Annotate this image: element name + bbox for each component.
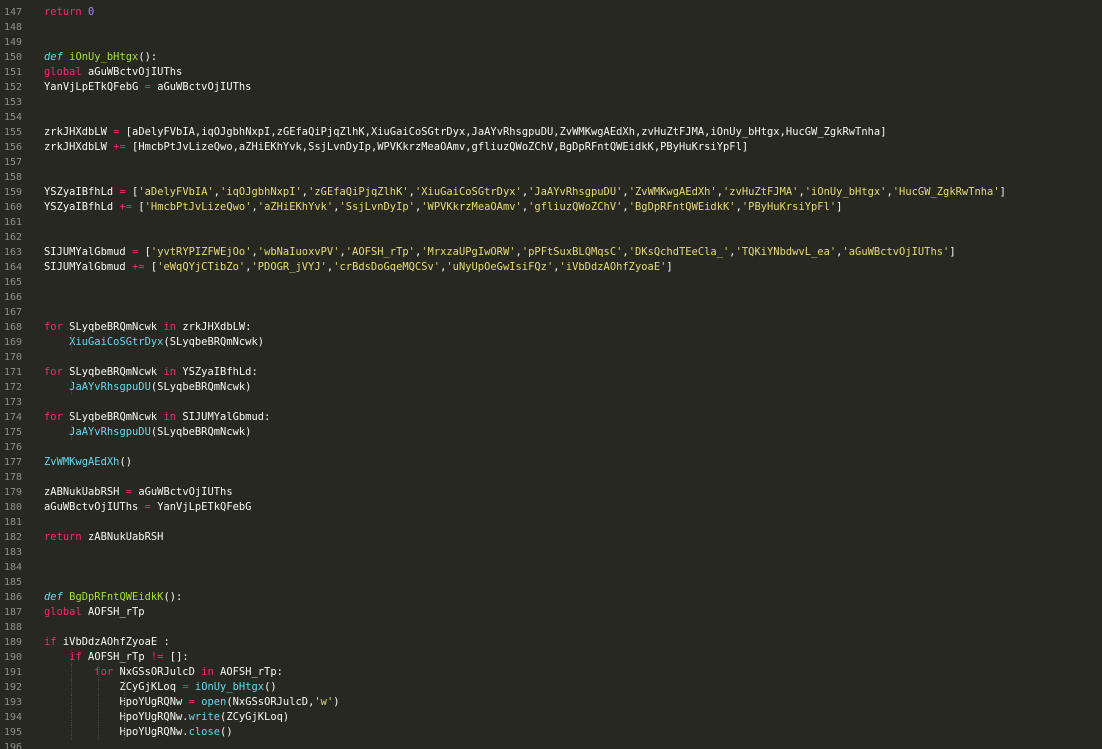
line-number: 154 [3, 112, 22, 123]
code-text: return 0 [44, 6, 95, 18]
line-number: 162 [3, 232, 22, 243]
line-number: 163 [3, 247, 22, 258]
code-text: for SLyqbeBRQmNcwk in SIJUMYalGbmud: [44, 411, 271, 423]
line-number: 164 [3, 262, 22, 273]
code-text: JaAYvRhsgpuDU(SLyqbeBRQmNcwk) [69, 426, 252, 438]
line-number: 185 [3, 577, 22, 588]
indent-guide [71, 665, 73, 680]
indent-guide [124, 695, 126, 710]
code-text: global AOFSH_rTp [44, 606, 145, 618]
indent-guide [71, 335, 73, 350]
code-text: for NxGSsORJulcD in AOFSH_rTp: [94, 666, 283, 678]
code-text: global aGuWBctvOjIUThs [44, 66, 183, 78]
line-number: 167 [3, 307, 22, 318]
line-number: 193 [3, 697, 22, 708]
indent-guide [71, 425, 73, 440]
code-text: def BgDpRFntQWEidkK(): [44, 591, 183, 603]
code-text: zABNukUabRSH = aGuWBctvOjIUThs [44, 486, 233, 498]
line-number: 184 [3, 562, 22, 573]
line-number: 183 [3, 547, 22, 558]
line-number: 173 [3, 397, 22, 408]
code-text: YanVjLpETkQFebG = aGuWBctvOjIUThs [44, 81, 252, 93]
code-text: zrkJHXdbLW += [HmcbPtJvLizeQwo,aZHiEKhYv… [44, 141, 749, 153]
line-number: 186 [3, 592, 22, 603]
code-text: ZvWMKwgAEdXh() [44, 456, 133, 468]
code-text: if iVbDdzAOhfZyoaE : [44, 636, 170, 648]
line-number: 166 [3, 292, 22, 303]
indent-guide [71, 710, 73, 725]
code-text: aGuWBctvOjIUThs = YanVjLpETkQFebG [44, 501, 252, 513]
line-number: 177 [3, 457, 22, 468]
code-text: HpoYUgRQNw.write(ZCyGjKLoq) [119, 711, 290, 723]
line-number: 160 [3, 202, 22, 213]
line-number: 175 [3, 427, 22, 438]
line-number: 158 [3, 172, 22, 183]
line-number: 196 [3, 742, 22, 749]
code-text: def iOnUy_bHtgx(): [44, 51, 158, 63]
line-number: 172 [3, 382, 22, 393]
code-text: ZCyGjKLoq = iOnUy_bHtgx() [119, 681, 277, 693]
indent-guide [71, 725, 73, 740]
line-number: 165 [3, 277, 22, 288]
line-number: 189 [3, 637, 22, 648]
line-number: 195 [3, 727, 22, 738]
code-text: for SLyqbeBRQmNcwk in zrkJHXdbLW: [44, 321, 252, 333]
code-text: for SLyqbeBRQmNcwk in YSZyaIBfhLd: [44, 366, 258, 378]
indent-guide [97, 665, 99, 680]
code-text: JaAYvRhsgpuDU(SLyqbeBRQmNcwk) [69, 381, 252, 393]
code-text: zrkJHXdbLW = [aDelyFVbIA,iqOJgbhNxpI,zGE… [44, 126, 887, 138]
indent-guide [124, 680, 126, 695]
code-text: SIJUMYalGbmud += ['eWqQYjCTibZo','PDOGR_… [44, 261, 673, 273]
line-number: 147 [3, 7, 22, 18]
line-number: 168 [3, 322, 22, 333]
indent-guide [97, 680, 99, 695]
indent-guide [97, 695, 99, 710]
line-number: 194 [3, 712, 22, 723]
indent-guide [71, 680, 73, 695]
line-number: 181 [3, 517, 22, 528]
line-number: 171 [3, 367, 22, 378]
indent-guide [124, 725, 126, 740]
line-number: 150 [3, 52, 22, 63]
indent-guide [71, 650, 73, 665]
line-number: 176 [3, 442, 22, 453]
code-text: if AOFSH_rTp != []: [69, 651, 189, 663]
line-number: 157 [3, 157, 22, 168]
code-editor[interactable]: 147 return 0 148 149 150 def iOnUy_bHtgx(): 15… [0, 0, 1102, 749]
line-number: 180 [3, 502, 22, 513]
line-number: 188 [3, 622, 22, 633]
code-text: XiuGaiCoSGtrDyx(SLyqbeBRQmNcwk) [69, 336, 265, 348]
line-number: 153 [3, 97, 22, 108]
line-number: 159 [3, 187, 22, 198]
line-number: 179 [3, 487, 22, 498]
line-number: 152 [3, 82, 22, 93]
line-number: 170 [3, 352, 22, 363]
line-number: 161 [3, 217, 22, 228]
indent-guide [71, 695, 73, 710]
code-text: YSZyaIBfhLd = ['aDelyFVbIA','iqOJgbhNxpI… [44, 186, 1006, 198]
indent-guide [97, 725, 99, 740]
indent-guide [97, 710, 99, 725]
line-number: 178 [3, 472, 22, 483]
line-number: 192 [3, 682, 22, 693]
indent-guide [124, 710, 126, 725]
line-number: 151 [3, 67, 22, 78]
code-text: HpoYUgRQNw = open(NxGSsORJulcD,'w') [119, 696, 340, 708]
line-number: 169 [3, 337, 22, 348]
line-number: 148 [3, 22, 22, 33]
line-number: 187 [3, 607, 22, 618]
line-number: 174 [3, 412, 22, 423]
indent-guide [71, 380, 73, 395]
line-number: 156 [3, 142, 22, 153]
code-text: YSZyaIBfhLd += ['HmcbPtJvLizeQwo','aZHiE… [44, 201, 843, 213]
line-number: 155 [3, 127, 22, 138]
code-text: SIJUMYalGbmud = ['yvtRYPIZFWEjOo','wbNaI… [44, 246, 956, 258]
code-text: return zABNukUabRSH [44, 531, 164, 543]
line-number: 191 [3, 667, 22, 678]
line-number: 190 [3, 652, 22, 663]
line-number: 149 [3, 37, 22, 48]
line-number: 182 [3, 532, 22, 543]
